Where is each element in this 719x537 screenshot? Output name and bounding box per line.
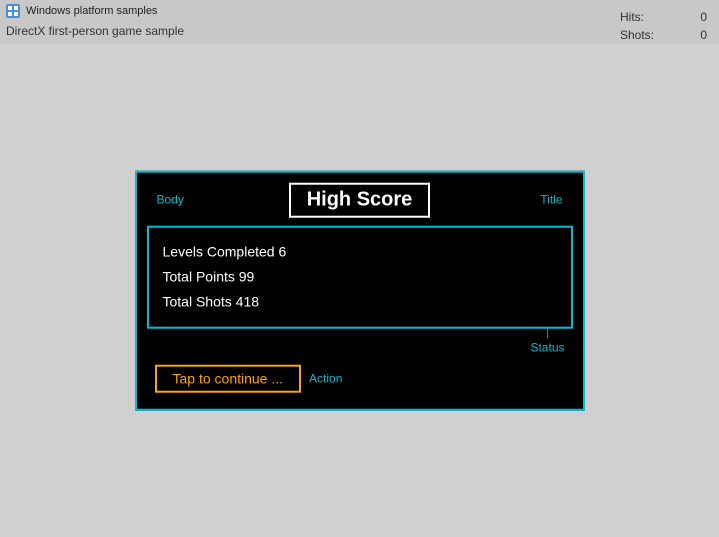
dialog-status-row: | Status xyxy=(147,329,573,359)
hits-value: 0 xyxy=(687,8,707,26)
dialog-content: Levels Completed 6 Total Points 99 Total… xyxy=(147,225,573,329)
shots-value: 0 xyxy=(687,26,707,44)
hits-row: Hits: 0 xyxy=(620,8,707,26)
dialog-title-box: High Score xyxy=(289,182,431,217)
game-area: Body High Score Title Levels Completed 6… xyxy=(0,44,719,537)
app-name: Windows platform samples xyxy=(26,5,157,17)
hits-label: Hits: xyxy=(620,8,644,26)
app-icon xyxy=(6,4,20,18)
action-annotation: Action xyxy=(309,372,342,386)
shots-label: Shots: xyxy=(620,26,654,44)
title-bar: Windows platform samples xyxy=(0,0,719,22)
dialog-overlay: Body High Score Title Levels Completed 6… xyxy=(135,170,585,411)
content-line-3: Total Shots 418 xyxy=(163,290,557,315)
dialog-title-row: Body High Score Title xyxy=(147,182,573,217)
content-line-1: Levels Completed 6 xyxy=(163,239,557,264)
status-annotation: Status xyxy=(530,341,564,355)
game-title: DirectX first-person game sample xyxy=(0,22,719,42)
dialog-title-text: High Score xyxy=(307,188,413,210)
shots-row: Shots: 0 xyxy=(620,26,707,44)
title-annotation: Title xyxy=(540,193,562,207)
dialog-outer: Body High Score Title Levels Completed 6… xyxy=(135,170,585,411)
tap-to-continue-button[interactable]: Tap to continue ... xyxy=(155,365,302,393)
dialog-action-row: Tap to continue ... Action xyxy=(147,359,573,399)
content-line-2: Total Points 99 xyxy=(163,264,557,289)
body-annotation: Body xyxy=(157,193,184,207)
status-tick: | xyxy=(546,329,549,340)
